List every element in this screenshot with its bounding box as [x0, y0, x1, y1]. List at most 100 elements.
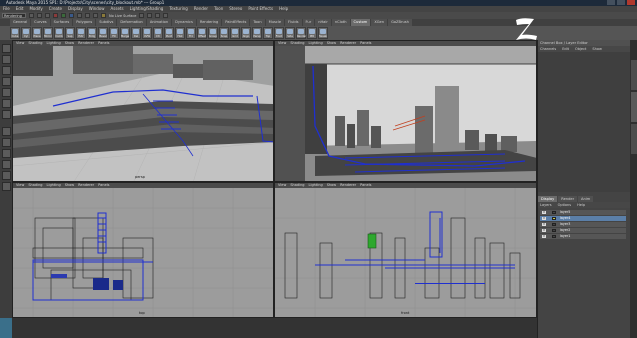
last-tool-icon[interactable]	[1, 110, 11, 119]
shelf-button-pivot[interactable]: Pivot	[164, 27, 174, 39]
shelf-tab-subdivs[interactable]: Subdivs	[96, 19, 117, 26]
shelf-button-bevel[interactable]: Bevel	[98, 27, 108, 39]
shelf-tab-nhair[interactable]: nHair	[315, 19, 331, 26]
layer-color-swatch[interactable]	[552, 229, 556, 232]
camera-menu-show[interactable]: Show	[327, 41, 336, 46]
shelf-button-front[interactable]: Front	[274, 27, 284, 39]
front-menu-lighting[interactable]: Lighting	[309, 183, 323, 188]
ipr-render-icon[interactable]	[155, 13, 161, 18]
persp-menu-renderer[interactable]: Renderer	[78, 41, 94, 46]
shelf-button-del[interactable]: Del	[131, 27, 141, 39]
save-scene-icon[interactable]	[45, 13, 50, 18]
shelf-tab-curves[interactable]: Curves	[31, 19, 50, 26]
shelf-button-merge[interactable]: Merge	[120, 27, 130, 39]
top-menu-panels[interactable]: Panels	[98, 183, 109, 188]
camera-menu-view[interactable]: View	[278, 41, 286, 46]
open-scene-icon[interactable]	[37, 13, 42, 18]
maximize-icon[interactable]	[617, 0, 625, 5]
select-component-icon[interactable]	[69, 13, 74, 18]
persp-menu-lighting[interactable]: Lighting	[47, 41, 61, 46]
shelf-button-cube[interactable]: Cube	[10, 27, 20, 39]
shelf-tab-deformation[interactable]: Deformation	[117, 19, 146, 26]
persp-menu-show[interactable]: Show	[65, 41, 74, 46]
shelf-button-snap[interactable]: Snap	[219, 27, 229, 39]
layer-visibility-toggle[interactable]: V	[542, 223, 546, 226]
top-menu-view[interactable]: View	[16, 183, 24, 188]
four-pane-layout-icon[interactable]	[1, 138, 11, 147]
layer-row[interactable]: Vlayer2	[540, 228, 626, 233]
channel-list-area[interactable]	[538, 52, 630, 192]
shelf-tab-rendering[interactable]: Rendering	[196, 19, 222, 26]
front-menu-shading[interactable]: Shading	[290, 183, 304, 188]
move-tool-icon[interactable]	[1, 77, 11, 86]
shelf-tab-gozbrush[interactable]: GoZBrush	[388, 19, 412, 26]
layer-row[interactable]: Vlayer3	[540, 222, 626, 227]
help-menu[interactable]: Help	[577, 202, 585, 208]
shelf-tab-xgen[interactable]: XGen	[371, 19, 388, 26]
viewport-persp-camera[interactable]: View Shading Lighting Show Renderer Pane…	[274, 40, 537, 182]
layer-color-swatch[interactable]	[552, 217, 556, 220]
shelf-button-cyl[interactable]: Cyl	[21, 27, 31, 39]
attribute-editor-tab[interactable]	[631, 60, 637, 90]
scale-tool-icon[interactable]	[1, 99, 11, 108]
persp-menu-shading[interactable]: Shading	[28, 41, 42, 46]
rotate-tool-icon[interactable]	[1, 88, 11, 97]
layer-row[interactable]: Vlayer1	[540, 234, 626, 239]
shelf-tab-fluids[interactable]: Fluids	[285, 19, 302, 26]
select-tool-icon[interactable]	[1, 44, 11, 53]
minimize-icon[interactable]	[607, 0, 615, 5]
shelf-button-render[interactable]: Render	[296, 27, 306, 39]
single-pane-layout-icon[interactable]	[1, 127, 11, 136]
shelf-tab-dynamics[interactable]: Dynamics	[172, 19, 196, 26]
shelf-tab-ncloth[interactable]: nCloth	[331, 19, 350, 26]
shelf-button-ctr[interactable]: Ctr	[153, 27, 163, 39]
top-menu-renderer[interactable]: Renderer	[78, 183, 94, 188]
shelf-button-frz[interactable]: Frz	[186, 27, 196, 39]
layers-menu[interactable]: Layers	[540, 202, 552, 208]
render-view-icon[interactable]	[139, 13, 145, 18]
side-by-side-layout-icon[interactable]	[1, 149, 11, 158]
snap-curve-icon[interactable]	[85, 13, 90, 18]
shelf-button-comb[interactable]: Comb	[54, 27, 64, 39]
close-icon[interactable]	[627, 0, 635, 5]
shelf-tab-animation[interactable]: Animation	[146, 19, 172, 26]
layer-color-swatch[interactable]	[552, 235, 556, 238]
camera-menu-shading[interactable]: Shading	[290, 41, 304, 46]
shelf-button-plane[interactable]: Plane	[32, 27, 42, 39]
viewport-top[interactable]: View Shading Lighting Show Renderer Pane…	[12, 182, 274, 318]
shelf-button-align[interactable]: Align	[241, 27, 251, 39]
shelf-tab-fur[interactable]: Fur	[302, 19, 315, 26]
shelf-tab-polygons[interactable]: Polygons	[73, 19, 96, 26]
shelf-button-offset[interactable]: Offset	[197, 27, 207, 39]
shelf-button-tweak[interactable]: Tweak	[318, 27, 328, 39]
shelf-button-ipr[interactable]: IPR	[307, 27, 317, 39]
menu-set-dropdown[interactable]: Rendering	[2, 13, 26, 18]
shelf-button-grid[interactable]: Grid	[230, 27, 240, 39]
shelf-tab-toon[interactable]: Toon	[250, 19, 265, 26]
paint-select-icon[interactable]	[1, 66, 11, 75]
channel-box-tab[interactable]	[631, 92, 637, 122]
options-menu[interactable]: Options	[558, 202, 572, 208]
front-menu-view[interactable]: View	[278, 183, 286, 188]
render-frame-icon[interactable]	[147, 13, 153, 18]
camera-menu-renderer[interactable]: Renderer	[340, 41, 356, 46]
front-menu-panels[interactable]: Panels	[360, 183, 371, 188]
snap-grid-icon[interactable]	[77, 13, 82, 18]
layer-visibility-toggle[interactable]: V	[542, 229, 546, 232]
shelf-button-fill[interactable]: Fill	[109, 27, 119, 39]
shelf-button-brdg[interactable]: Brdg	[87, 27, 97, 39]
shelf-button-persp[interactable]: Persp	[252, 27, 262, 39]
persp-menu-view[interactable]: View	[16, 41, 24, 46]
top-menu-lighting[interactable]: Lighting	[47, 183, 61, 188]
top-menu-shading[interactable]: Shading	[28, 183, 42, 188]
top-menu-show[interactable]: Show	[65, 183, 74, 188]
live-surface-icon[interactable]	[101, 13, 106, 18]
shelf-tab-muscle[interactable]: Muscle	[265, 19, 285, 26]
snap-point-icon[interactable]	[93, 13, 98, 18]
shelf-tab-general[interactable]: General	[10, 19, 31, 26]
layer-color-swatch[interactable]	[552, 211, 556, 214]
layer-visibility-toggle[interactable]: V	[542, 235, 546, 238]
outliner-layout-icon[interactable]	[1, 182, 11, 191]
layer-row[interactable]: Vlayer5	[540, 210, 626, 215]
render-settings-icon[interactable]	[163, 13, 169, 18]
